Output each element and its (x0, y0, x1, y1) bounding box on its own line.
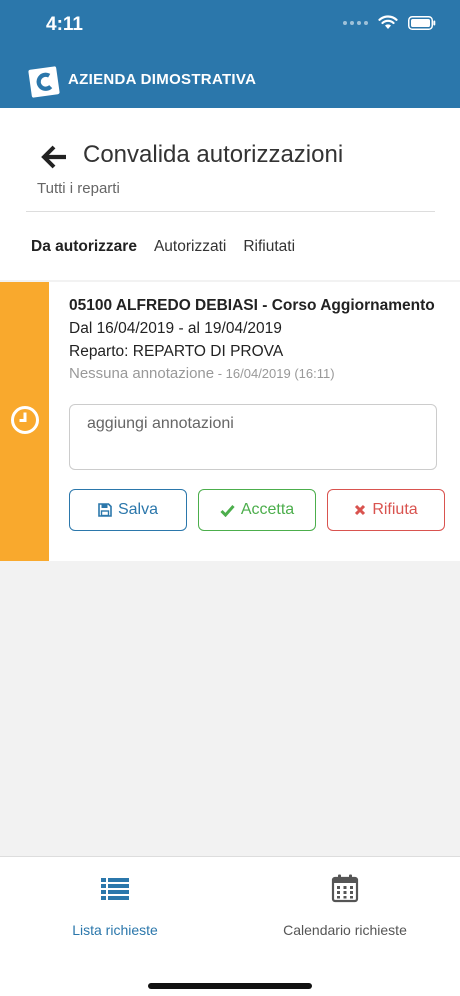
page-header: Convalida autorizzazioni Tutti i reparti… (0, 108, 460, 280)
bottom-tab-bar: Lista richieste Calendario richieste (0, 856, 460, 996)
tab-lista-richieste-label: Lista richieste (72, 922, 158, 938)
reject-label: Rifiuta (372, 501, 418, 518)
close-icon (355, 504, 366, 516)
signal-icon (343, 20, 368, 25)
status-bar: 4:11 (0, 0, 460, 54)
department-filter[interactable]: Tutti i reparti (37, 180, 120, 197)
list-icon (101, 878, 129, 900)
pending-status-stripe (0, 282, 49, 561)
back-arrow-icon[interactable] (40, 144, 68, 170)
divider (26, 211, 435, 212)
tab-rifiutati[interactable]: Rifiutati (243, 238, 295, 256)
home-indicator (148, 983, 312, 989)
company-name: AZIENDA DIMOSTRATIVA (68, 71, 257, 88)
note-date: - 16/04/2019 (16:11) (214, 366, 335, 381)
accept-button[interactable]: Accetta (198, 489, 316, 531)
calendar-icon (331, 874, 359, 903)
tab-calendario-richieste-label: Calendario richieste (283, 922, 407, 938)
status-time: 4:11 (46, 14, 83, 35)
floppy-disk-icon (98, 503, 112, 517)
request-details: 05100 ALFREDO DEBIASI - Corso Aggiorname… (69, 294, 446, 385)
status-tabs: Da autorizzare Autorizzati Rifiutati (31, 238, 295, 256)
check-icon (220, 504, 235, 517)
tab-lista-richieste[interactable]: Lista richieste (0, 857, 230, 957)
company-logo (28, 66, 60, 98)
main-content: Convalida autorizzazioni Tutti i reparti… (0, 108, 460, 856)
status-icons (343, 15, 436, 30)
request-department: Reparto: REPARTO DI PROVA (69, 343, 284, 360)
request-note: Nessuna annotazione - 16/04/2019 (16:11) (69, 363, 446, 385)
tab-da-autorizzare[interactable]: Da autorizzare (31, 238, 137, 256)
wifi-icon (378, 15, 398, 29)
battery-icon (408, 15, 436, 30)
app-header: AZIENDA DIMOSTRATIVA (0, 54, 460, 108)
clock-icon (11, 406, 39, 434)
request-dates: Dal 16/04/2019 - al 19/04/2019 (69, 320, 282, 337)
accept-label: Accetta (240, 501, 295, 518)
annotations-input[interactable] (69, 404, 437, 470)
save-label: Salva (117, 501, 159, 518)
request-card: 05100 ALFREDO DEBIASI - Corso Aggiorname… (0, 282, 460, 561)
reject-button[interactable]: Rifiuta (327, 489, 445, 531)
tab-calendario-richieste[interactable]: Calendario richieste (230, 857, 460, 957)
page-title: Convalida autorizzazioni (83, 141, 344, 168)
request-title: 05100 ALFREDO DEBIASI - Corso Aggiorname… (69, 297, 435, 314)
tab-autorizzati[interactable]: Autorizzati (154, 238, 226, 256)
note-text: Nessuna annotazione (69, 365, 215, 382)
save-button[interactable]: Salva (69, 489, 187, 531)
